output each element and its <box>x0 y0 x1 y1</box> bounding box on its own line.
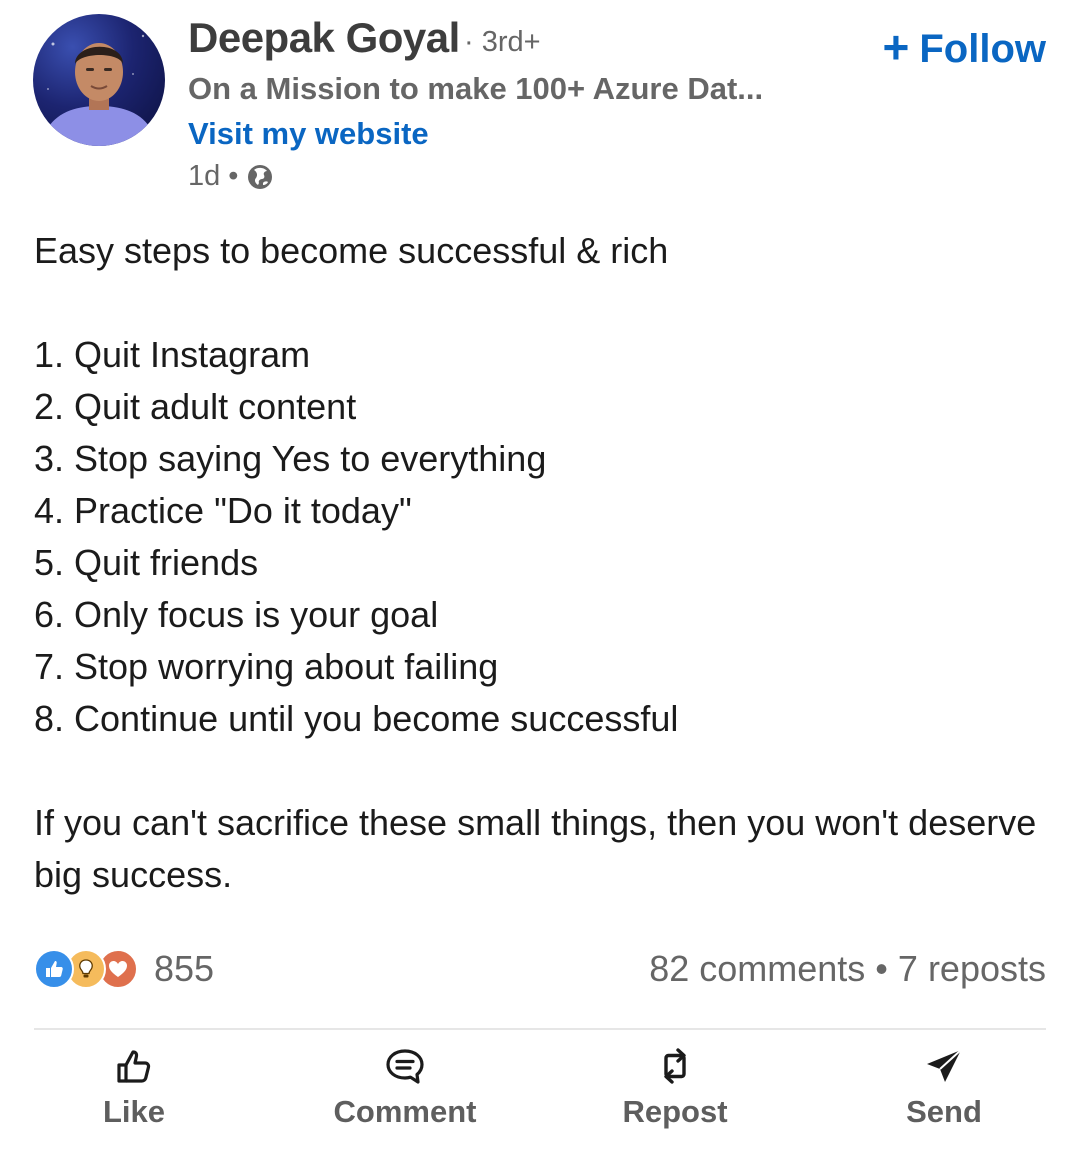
step-6: 6. Only focus is your goal <box>34 594 439 635</box>
step-3: 3. Stop saying Yes to everything <box>34 438 547 479</box>
engagement-stats: 82 comments • 7 reposts <box>649 948 1046 990</box>
plus-icon: + <box>882 21 910 73</box>
author-name[interactable]: Deepak Goyal <box>188 14 460 62</box>
reposts-count[interactable]: 7 reposts <box>898 948 1046 989</box>
comments-count[interactable]: 82 comments <box>649 948 865 989</box>
comment-label: Comment <box>333 1094 477 1129</box>
action-bar: Like Comment Repost Send <box>0 1044 1080 1144</box>
visit-website-link[interactable]: Visit my website <box>188 116 429 152</box>
send-button[interactable]: Send <box>854 1044 1034 1130</box>
author-headline: On a Mission to make 100+ Azure Dat... <box>188 71 764 106</box>
step-2: 2. Quit adult content <box>34 386 357 427</box>
reaction-icons <box>34 949 144 989</box>
post-text: Easy steps to become successful & rich 1… <box>34 225 1049 901</box>
reactions-summary[interactable]: 855 <box>34 948 214 990</box>
divider <box>34 1028 1046 1030</box>
reaction-count: 855 <box>154 948 215 989</box>
comment-button[interactable]: Comment <box>315 1044 495 1130</box>
repost-icon <box>664 1048 686 1084</box>
author-avatar[interactable] <box>33 14 165 146</box>
like-reaction-icon <box>34 949 74 989</box>
follow-label: Follow <box>919 27 1046 71</box>
repost-label: Repost <box>622 1094 728 1129</box>
step-5: 5. Quit friends <box>34 542 259 583</box>
like-label: Like <box>102 1094 166 1129</box>
avatar-photo <box>41 34 157 146</box>
step-8: 8. Continue until you become successful <box>34 698 679 739</box>
step-1: 1. Quit Instagram <box>34 334 311 375</box>
stats-separator: • <box>875 948 888 989</box>
repost-button[interactable]: Repost <box>585 1044 765 1130</box>
step-4: 4. Practice "Do it today" <box>34 490 412 531</box>
post-time: 1d <box>188 160 221 192</box>
globe-icon <box>248 164 273 189</box>
thumbs-up-icon <box>117 1050 151 1083</box>
post-intro: Easy steps to become successful & rich <box>34 230 669 271</box>
post-meta: 1d • <box>188 160 274 193</box>
comment-icon <box>386 1049 424 1084</box>
post-closing: If you can't sacrifice these small thing… <box>34 802 1037 895</box>
follow-button[interactable]: + Follow <box>882 20 1046 74</box>
step-7: 7. Stop worrying about failing <box>34 646 499 687</box>
connection-degree: · 3rd+ <box>464 26 541 58</box>
send-icon <box>927 1049 962 1082</box>
like-button[interactable]: Like <box>44 1044 224 1130</box>
send-label: Send <box>906 1094 982 1129</box>
meta-separator: • <box>228 160 239 192</box>
